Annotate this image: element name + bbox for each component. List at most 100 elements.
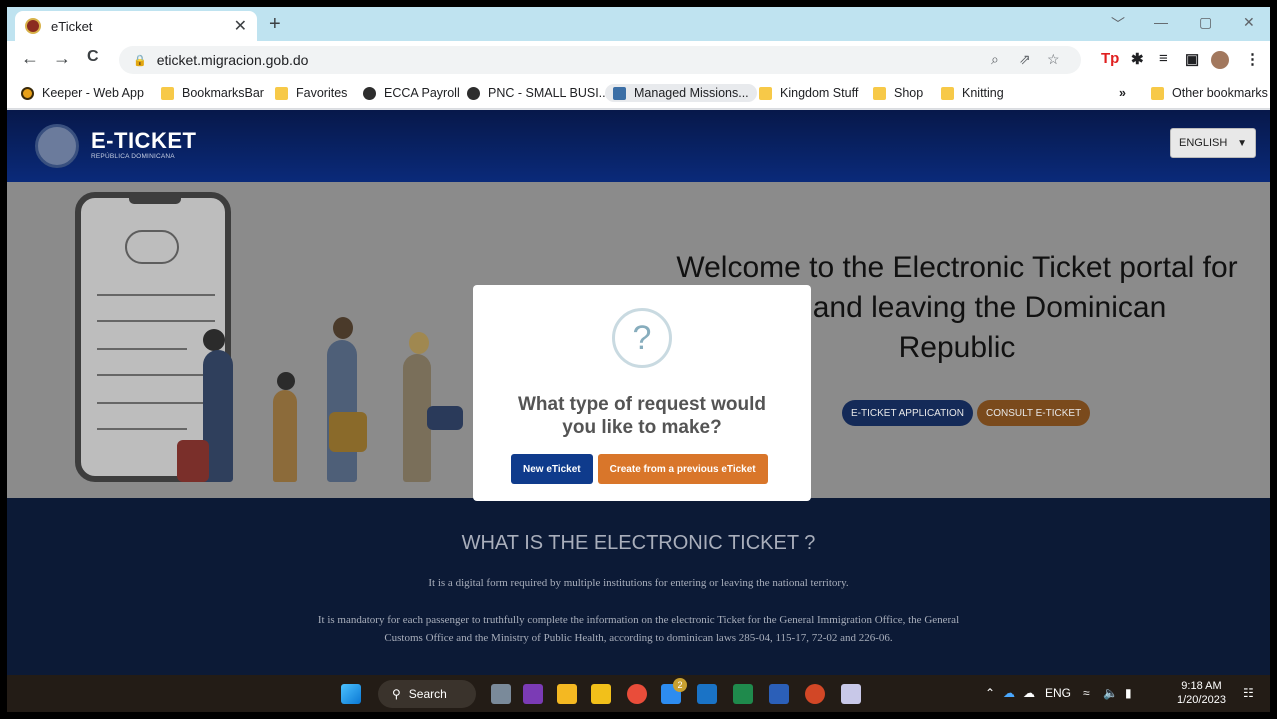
tab-close-icon[interactable]: ✕ bbox=[234, 16, 247, 36]
url-text: eticket.migracion.gob.do bbox=[156, 52, 309, 68]
new-tab-button[interactable]: + bbox=[269, 13, 281, 36]
other-bookmarks[interactable]: Other bookmarks bbox=[1151, 86, 1268, 100]
folder-icon bbox=[873, 86, 886, 100]
person-head bbox=[409, 332, 429, 354]
todo-icon[interactable]: 2 bbox=[661, 678, 687, 704]
onedrive-icon[interactable]: ☁ bbox=[1003, 686, 1015, 700]
dialog-buttons: New eTicket Create from a previous eTick… bbox=[511, 454, 768, 484]
file-explorer-icon[interactable] bbox=[557, 684, 577, 704]
bookmark-star-icon[interactable]: ☆ bbox=[1047, 51, 1060, 68]
language-indicator[interactable]: ENG bbox=[1045, 686, 1071, 700]
dominican-seal-icon bbox=[35, 124, 79, 168]
airplane-cloud-icon bbox=[125, 230, 179, 264]
battery-icon[interactable]: ▮ bbox=[1125, 686, 1132, 700]
backpack-illustration bbox=[177, 440, 209, 482]
tab-strip: eTicket ✕ + ﹀ — ▢ ✕ bbox=[7, 7, 1270, 41]
keeper-icon bbox=[21, 86, 34, 100]
system-clock[interactable]: 9:18 AM 1/20/2023 bbox=[1177, 679, 1226, 707]
outlook-icon[interactable] bbox=[697, 684, 717, 704]
bookmark-item[interactable]: Shop bbox=[873, 86, 923, 100]
folder-icon bbox=[275, 86, 288, 100]
share-icon[interactable]: ⇗ bbox=[1019, 51, 1031, 68]
bookmark-item[interactable]: BookmarksBar bbox=[161, 86, 264, 100]
browser-window: eTicket ✕ + ﹀ — ▢ ✕ ← → C 🔒 eticket.migr… bbox=[7, 7, 1270, 712]
new-eticket-button[interactable]: New eTicket bbox=[511, 454, 593, 484]
folder-icon bbox=[161, 86, 174, 100]
folder-icon bbox=[941, 86, 954, 100]
bookmark-item[interactable]: ECCA Payroll bbox=[363, 86, 460, 100]
globe-icon bbox=[363, 86, 376, 100]
address-bar[interactable]: 🔒 eticket.migracion.gob.do ⌕ ⇗ ☆ bbox=[119, 46, 1081, 74]
person-head bbox=[203, 329, 225, 351]
bookmark-item[interactable]: Favorites bbox=[275, 86, 347, 100]
bookmark-item[interactable]: Managed Missions... bbox=[605, 84, 757, 102]
dialog-title: What type of request would you like to m… bbox=[517, 394, 767, 438]
section-title: WHAT IS THE ELECTRONIC TICKET ? bbox=[461, 532, 816, 554]
notification-badge: 2 bbox=[673, 678, 687, 692]
snipping-tool-icon[interactable] bbox=[841, 684, 861, 704]
extension-tp-icon[interactable]: Tp bbox=[1101, 50, 1119, 67]
maximize-button[interactable]: ▢ bbox=[1199, 14, 1212, 31]
bookmarks-overflow-button[interactable]: » bbox=[1119, 86, 1126, 100]
back-button[interactable]: ← bbox=[21, 48, 39, 69]
windows-taskbar: ⚲ Search 2 ⌃ ☁ ☁ ENG ≈ 🔈 ▮ 9:18 AM 1/20/… bbox=[7, 675, 1270, 712]
word-icon[interactable] bbox=[769, 684, 789, 704]
hero-buttons: E-TICKET APPLICATION CONSULT E-TICKET bbox=[842, 400, 1091, 426]
close-window-button[interactable]: ✕ bbox=[1243, 14, 1255, 31]
create-from-previous-button[interactable]: Create from a previous eTicket bbox=[597, 454, 768, 484]
section-paragraph: It is mandatory for each passenger to tr… bbox=[317, 614, 960, 644]
person-head bbox=[277, 372, 295, 390]
site-header: E-TICKET REPÚBLICA DOMINICANA ENGLISH ▼ bbox=[7, 110, 1270, 182]
notifications-icon[interactable]: ☷ bbox=[1243, 686, 1254, 700]
volume-icon[interactable]: 🔈 bbox=[1103, 686, 1118, 700]
wifi-icon[interactable]: ≈ bbox=[1083, 686, 1090, 700]
excel-icon[interactable] bbox=[733, 684, 753, 704]
side-panel-icon[interactable]: ▣ bbox=[1185, 50, 1199, 68]
language-select[interactable]: ENGLISH ▼ bbox=[1170, 128, 1256, 158]
zoom-icon[interactable]: ⌕ bbox=[991, 51, 999, 68]
info-section: WHAT IS THE ELECTRONIC TICKET ? It is a … bbox=[7, 498, 1270, 675]
minimize-button[interactable]: — bbox=[1154, 14, 1168, 30]
powerpoint-icon[interactable] bbox=[805, 684, 825, 704]
menu-kebab-icon[interactable]: ⋮ bbox=[1245, 50, 1260, 68]
tab-title: eTicket bbox=[51, 18, 93, 34]
bookmark-item[interactable]: Kingdom Stuff bbox=[759, 86, 858, 100]
consult-eticket-button[interactable]: CONSULT E-TICKET bbox=[977, 400, 1091, 426]
traveler-figure bbox=[327, 340, 357, 482]
search-icon: ⚲ bbox=[392, 687, 401, 701]
bookmark-item[interactable]: Knitting bbox=[941, 86, 1004, 100]
bookmark-item[interactable]: PNC - SMALL BUSI... bbox=[467, 86, 609, 100]
reading-list-icon[interactable]: ≡ bbox=[1159, 50, 1168, 67]
person-head bbox=[333, 317, 353, 339]
lock-icon: 🔒 bbox=[133, 54, 147, 67]
section-paragraph: It is a digital form required by multipl… bbox=[428, 577, 849, 589]
onedrive-personal-icon[interactable]: ☁ bbox=[1023, 686, 1035, 700]
browser-toolbar: ← → C 🔒 eticket.migracion.gob.do ⌕ ⇗ ☆ T… bbox=[7, 41, 1270, 79]
reload-button[interactable]: C bbox=[87, 48, 99, 66]
folder-icon bbox=[759, 86, 772, 100]
sticky-notes-icon[interactable] bbox=[591, 684, 611, 704]
folder-icon bbox=[1151, 86, 1164, 100]
logo-title: E-TICKET bbox=[91, 128, 197, 153]
windows-start-icon[interactable] bbox=[341, 684, 361, 704]
question-icon: ? bbox=[612, 308, 672, 368]
chrome-icon[interactable] bbox=[627, 684, 647, 704]
tab-search-icon[interactable]: ﹀ bbox=[1111, 14, 1125, 34]
backpack-illustration bbox=[329, 412, 367, 452]
logo-subtitle: REPÚBLICA DOMINICANA bbox=[91, 153, 175, 160]
request-type-dialog: ? What type of request would you like to… bbox=[473, 285, 811, 501]
profile-avatar[interactable] bbox=[1211, 51, 1229, 69]
taskbar-search[interactable]: ⚲ Search bbox=[378, 680, 476, 708]
globe-icon bbox=[467, 86, 480, 100]
duffel-bag-illustration bbox=[427, 406, 463, 430]
task-view-icon[interactable] bbox=[491, 684, 511, 704]
onenote-icon[interactable] bbox=[523, 684, 543, 704]
bookmarks-bar: Keeper - Web App BookmarksBar Favorites … bbox=[7, 79, 1270, 109]
chevron-down-icon: ▼ bbox=[1237, 137, 1247, 149]
bookmark-item[interactable]: Keeper - Web App bbox=[21, 86, 144, 100]
tray-chevron-up-icon[interactable]: ⌃ bbox=[985, 686, 995, 700]
eticket-application-button[interactable]: E-TICKET APPLICATION bbox=[842, 400, 973, 426]
forward-button[interactable]: → bbox=[53, 48, 71, 69]
extensions-puzzle-icon[interactable]: ✱ bbox=[1131, 50, 1144, 68]
browser-tab[interactable]: eTicket ✕ bbox=[15, 11, 257, 41]
